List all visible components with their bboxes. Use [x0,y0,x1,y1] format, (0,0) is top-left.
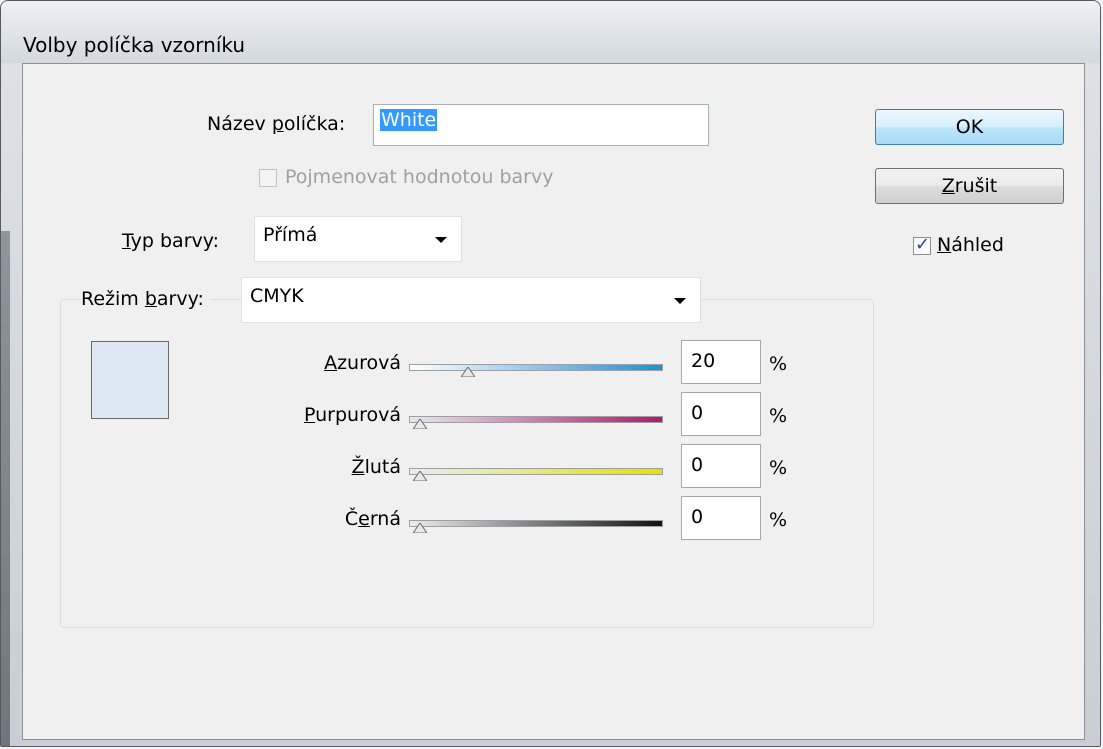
channel-slider[interactable] [409,464,663,482]
channel-slider[interactable] [409,360,663,378]
name-with-color-value-checkbox[interactable] [259,169,277,187]
channel-label: Azurová [324,352,401,374]
color-mode-label: Režim barvy: [81,288,210,310]
color-type-value: Přímá [263,224,318,246]
ok-button[interactable]: OK [875,109,1064,145]
dialog-window: Volby políčka vzorníku Název políčka: Wh… [0,0,1101,747]
window-frame-edge [1,231,10,746]
swatch-name-input[interactable]: White [373,104,709,146]
color-type-label: Typ barvy: [122,230,220,252]
window-title: Volby políčka vzorníku [23,33,246,57]
percent-unit: % [769,509,788,531]
channel-slider[interactable] [409,412,663,430]
name-with-color-value-label: Pojmenovat hodnotou barvy [285,166,554,188]
preview-checkbox[interactable] [913,234,931,255]
slider-track [409,468,663,475]
slider-thumb-icon[interactable] [460,362,476,378]
slider-thumb-icon[interactable] [412,466,428,482]
percent-unit: % [769,405,788,427]
swatch-name-label: Název políčka: [207,113,346,135]
channel-slider[interactable] [409,516,663,534]
color-mode-dropdown[interactable]: CMYK [241,277,701,323]
swatch-name-value: White [380,109,438,131]
title-bar[interactable]: Volby políčka vzorníku [1,1,1100,63]
preview-label: Náhled [937,234,1004,256]
channel-value-input[interactable]: 0 [681,392,761,436]
slider-thumb-icon[interactable] [412,518,428,534]
channel-value-input[interactable]: 20 [681,340,761,384]
channel-label: Purpurová [304,404,401,426]
percent-unit: % [769,457,788,479]
slider-thumb-icon[interactable] [412,414,428,430]
slider-track [409,520,663,527]
channel-label: Černá [344,508,401,530]
slider-track [409,416,663,423]
percent-unit: % [769,353,788,375]
slider-track [409,364,663,371]
swatch-preview [91,341,169,419]
color-mode-value: CMYK [250,285,304,307]
chevron-down-icon [674,298,686,304]
chevron-down-icon [435,237,447,243]
channel-label: Žlutá [351,456,401,478]
cancel-button[interactable]: Zrušit [875,168,1064,204]
channel-value-input[interactable]: 0 [681,444,761,488]
channel-value-input[interactable]: 0 [681,496,761,540]
color-type-dropdown[interactable]: Přímá [254,216,462,262]
